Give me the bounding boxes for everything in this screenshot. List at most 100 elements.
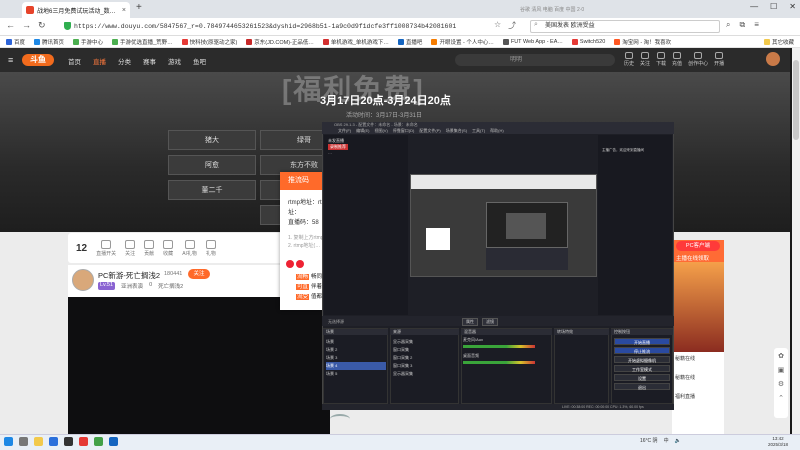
start-icon[interactable] xyxy=(4,437,13,446)
download-button[interactable]: 下载 xyxy=(656,52,666,67)
bookmark-item[interactable]: FUT Web App - EA… xyxy=(502,38,563,45)
source-item[interactable]: 窗口采集 2 xyxy=(393,354,413,362)
scrollbar-thumb[interactable] xyxy=(793,60,799,140)
bookmark-item[interactable]: 手游优选直播_荒野… xyxy=(112,38,173,46)
streamer-avatar[interactable] xyxy=(72,269,94,291)
search-icon[interactable] xyxy=(19,437,28,446)
volume-meter[interactable] xyxy=(463,345,535,348)
history-button[interactable]: 历史 xyxy=(624,52,634,67)
menu-icon[interactable]: ≡ xyxy=(754,20,759,30)
player-ai-gift[interactable]: AI礼物 xyxy=(182,239,197,257)
promo-list-item[interactable]: 秘籍在线 xyxy=(675,374,721,381)
category-tag[interactable]: 亚洲表演 xyxy=(121,282,143,290)
bookmark-item[interactable]: 京东(JD.COM)-正品低… xyxy=(246,38,314,46)
bookmark-item[interactable]: 百度 xyxy=(6,38,25,46)
nav-games[interactable]: 游戏 xyxy=(168,56,181,66)
player-follow[interactable]: 关注 xyxy=(125,239,135,257)
nav-events[interactable]: 赛事 xyxy=(143,56,156,66)
close-window-icon[interactable]: ✕ xyxy=(789,2,796,11)
obs-left-item[interactable]: … xyxy=(328,150,348,156)
player-contribution[interactable]: 贡献 xyxy=(144,239,154,257)
virtual-camera-button[interactable]: 开始虚拟摄像机 xyxy=(614,356,670,363)
bookmark-item[interactable]: 快科技(原驱动之家) xyxy=(181,38,237,46)
streamer-grid-button[interactable]: 董二千 xyxy=(168,180,256,200)
video-stage[interactable] xyxy=(68,297,330,434)
bookmark-item[interactable]: 腾讯首页 xyxy=(34,38,64,46)
promo-game-art[interactable] xyxy=(672,262,724,352)
search-go-icon[interactable]: ⌕ xyxy=(726,20,730,30)
avatar[interactable] xyxy=(766,52,780,66)
minimize-icon[interactable]: — xyxy=(750,2,758,11)
browser-tab[interactable]: 战地6三月免费试玩活动_数… × xyxy=(22,2,130,18)
search-input[interactable]: 美国发表 欧洲受益 xyxy=(530,20,720,33)
player-toggle[interactable]: 直播开关 xyxy=(96,239,116,257)
nav-yuba[interactable]: 鱼吧 xyxy=(193,56,206,66)
language-indicator[interactable]: 中 xyxy=(664,437,669,444)
obs-menu-item[interactable]: 配置文件(P) xyxy=(419,128,440,134)
site-search-input[interactable]: 明明 xyxy=(455,54,615,66)
follow-list-button[interactable]: 关注 xyxy=(640,52,650,67)
douyu-logo[interactable]: 斗鱼 xyxy=(22,54,54,66)
exit-button[interactable]: 退出 xyxy=(614,383,670,390)
hamburger-icon[interactable]: ≡ xyxy=(8,55,13,65)
back-top-icon[interactable]: ⌃ xyxy=(778,394,784,402)
obs-menu-item[interactable]: 文件(F) xyxy=(338,128,351,134)
other-bookmarks[interactable]: 其它收藏 xyxy=(763,38,794,46)
game-tag[interactable]: 死亡搁浅2 xyxy=(158,282,183,290)
filters-button[interactable]: 滤镜 xyxy=(482,318,498,326)
wechat-icon[interactable] xyxy=(94,437,103,446)
obs-menu-item[interactable]: 视图(V) xyxy=(374,128,387,134)
properties-button[interactable]: 属性 xyxy=(462,318,478,326)
new-tab-icon[interactable]: + xyxy=(136,2,142,13)
maximize-icon[interactable]: ☐ xyxy=(770,2,777,11)
follow-button[interactable]: 关注 xyxy=(188,269,210,279)
scene-item[interactable]: 场景 5 xyxy=(326,370,386,378)
nav-live[interactable]: 直播 xyxy=(93,56,106,66)
obs-menu-item[interactable]: 场景集合(S) xyxy=(446,128,467,134)
start-live-button[interactable]: 开播 xyxy=(714,52,724,67)
source-item[interactable]: 窗口采集 3 xyxy=(393,362,413,370)
obs-menu-item[interactable]: 帮助(H) xyxy=(490,128,504,134)
creator-center-button[interactable]: 创作中心 xyxy=(688,52,708,67)
pc-client-button[interactable]: PC客户端 xyxy=(676,241,720,251)
app-icon[interactable] xyxy=(79,437,88,446)
weather-label[interactable]: 16°C 阴 xyxy=(640,437,658,444)
steam-icon[interactable] xyxy=(109,437,118,446)
forward-icon[interactable]: → xyxy=(22,20,31,30)
bookmark-item[interactable]: 手游中心 xyxy=(73,38,103,46)
app-tool-icon[interactable]: ▣ xyxy=(778,366,785,374)
streamer-grid-button[interactable]: 猪大 xyxy=(168,130,256,150)
back-icon[interactable]: ← xyxy=(6,20,15,30)
gift-tool-icon[interactable]: ✿ xyxy=(778,352,784,360)
bookmark-item[interactable]: 开眼设置 - 个人中心… xyxy=(431,38,494,46)
source-item[interactable]: 显示器采集 xyxy=(393,338,413,346)
close-tab-icon[interactable]: × xyxy=(122,7,126,14)
volume-meter[interactable] xyxy=(463,361,535,364)
player-gift[interactable]: 礼物 xyxy=(205,239,216,257)
streamer-grid-button[interactable]: 阿愈 xyxy=(168,155,256,175)
source-item[interactable]: 窗口采集 xyxy=(393,346,413,354)
scene-item[interactable]: 场景 2 xyxy=(326,346,386,354)
obs-icon[interactable] xyxy=(64,437,73,446)
share-icon[interactable]: ⤴ xyxy=(508,20,516,31)
settings-tool-icon[interactable]: ⚙ xyxy=(778,380,784,388)
bookmark-item[interactable]: 淘宝网 - 淘！我喜欢 xyxy=(614,38,671,46)
nav-category[interactable]: 分类 xyxy=(118,56,131,66)
promo-list-item[interactable]: 秘籍在线 xyxy=(675,355,721,362)
player-favorite[interactable]: 收藏 xyxy=(163,239,173,257)
bookmark-star-icon[interactable]: ☆ xyxy=(494,20,501,31)
obs-menu-item[interactable]: 编辑(E) xyxy=(356,128,369,134)
recharge-button[interactable]: 充值 xyxy=(672,52,682,67)
studio-mode-button[interactable]: 工作室模式 xyxy=(614,365,670,372)
start-stream-button[interactable]: 开始直播 xyxy=(614,338,670,345)
extensions-icon[interactable]: ⧉ xyxy=(739,20,745,30)
scene-item[interactable]: 场景 4 xyxy=(326,362,386,370)
bookmark-item[interactable]: Switch520 xyxy=(571,38,605,45)
promo-list-item[interactable]: 福利直播 xyxy=(675,393,721,400)
folder-icon[interactable] xyxy=(34,437,43,446)
bookmark-item[interactable]: 直播吧 xyxy=(397,38,422,46)
obs-menu-item[interactable]: 工具(T) xyxy=(472,128,485,134)
source-item[interactable]: 显示器采集 xyxy=(393,370,413,378)
obs-menu-item[interactable]: 停靠窗口(D) xyxy=(393,128,415,134)
browser-icon[interactable] xyxy=(49,437,58,446)
